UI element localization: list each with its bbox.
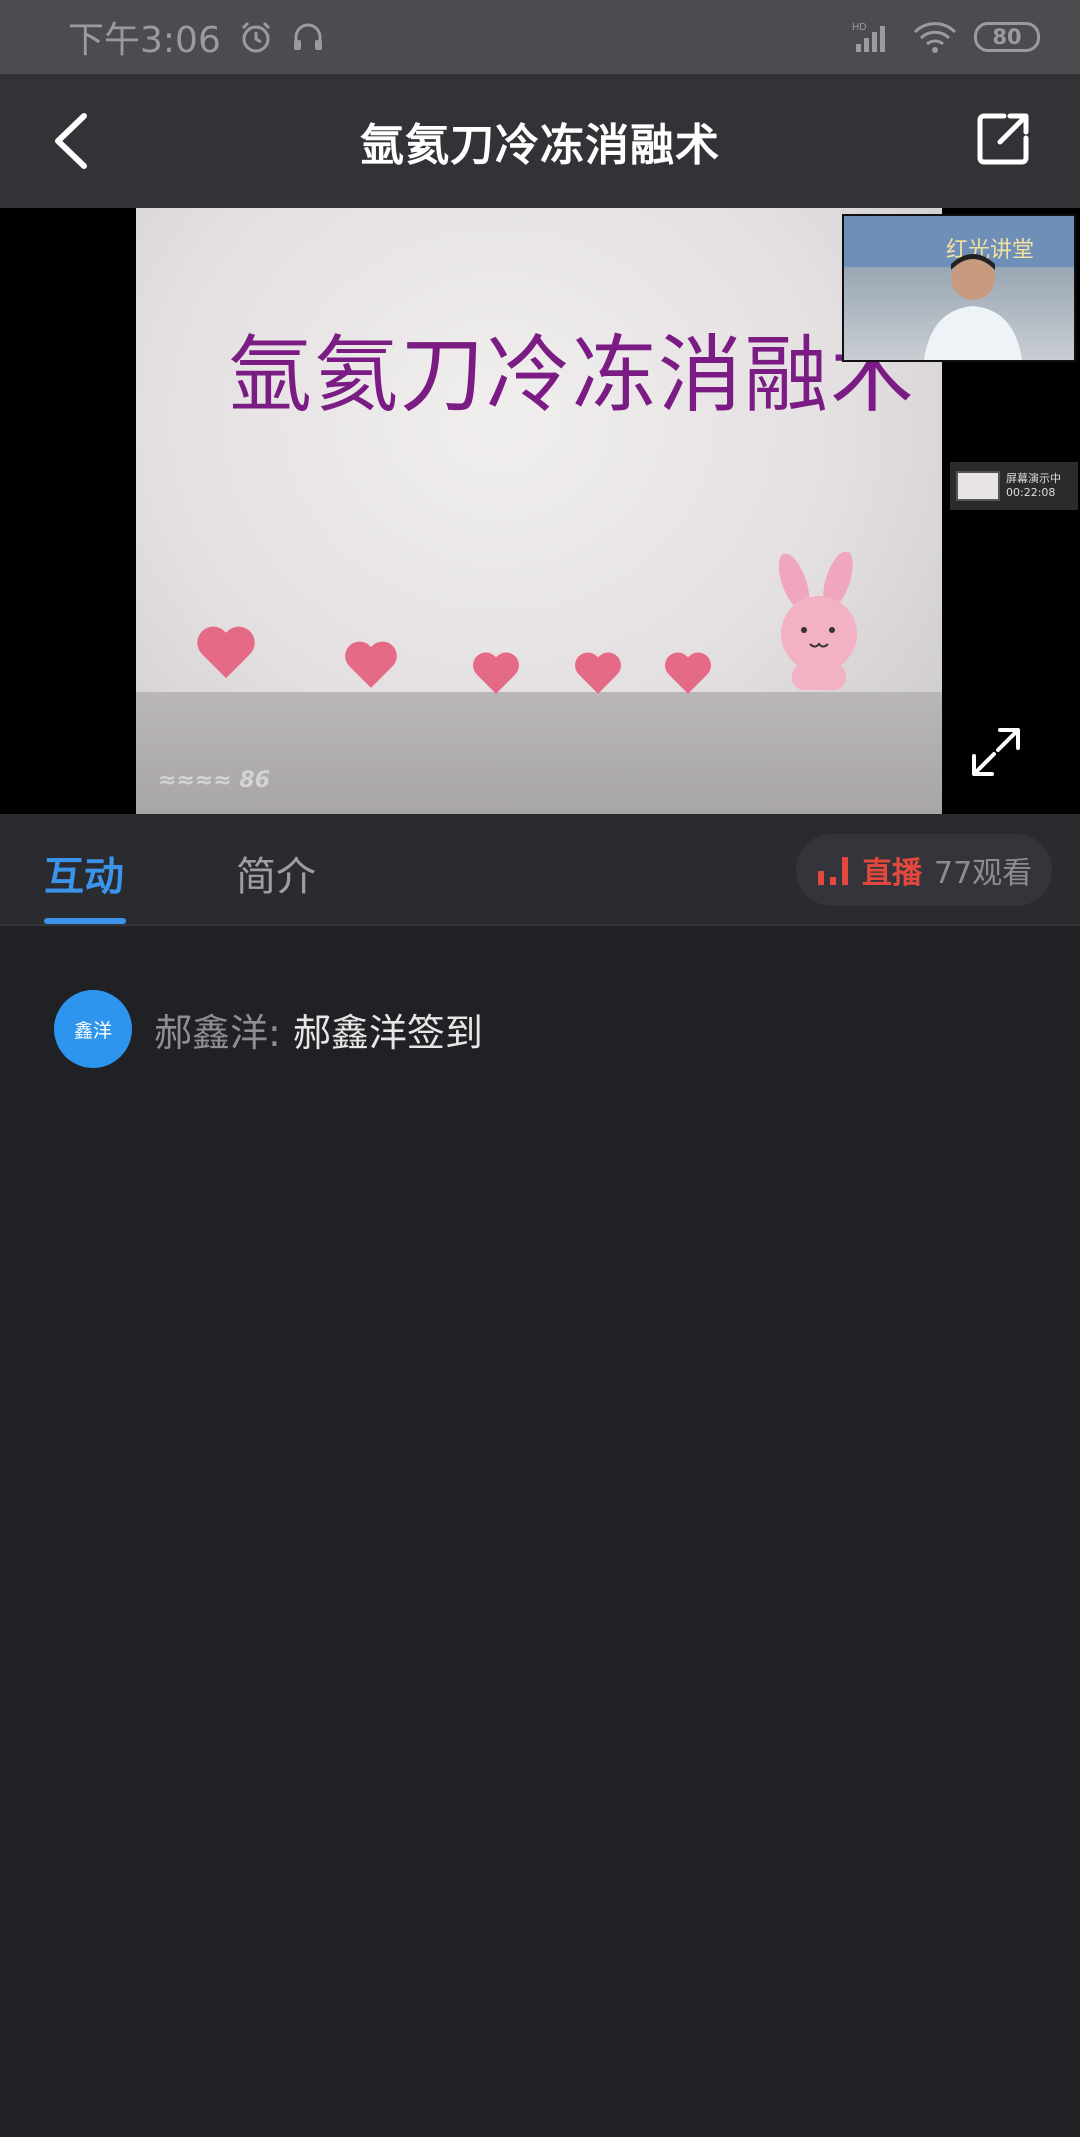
screen-share-indicator[interactable]: 屏幕演示中 00:22:08 [950,462,1078,510]
bunny-illustration [778,552,857,690]
viewer-count: 77观看 [934,856,1033,891]
bar-chart-icon [818,857,848,885]
hd-signal-icon: HD [852,22,885,52]
screen-share-label: 屏幕演示中 [1006,472,1061,485]
camera-pip[interactable]: 红光讲堂 [842,214,1076,362]
status-time: 下午3:06 [68,20,221,61]
tab-bar: 互动 简介 直播 77观看 [0,814,1080,926]
live-status-badge: 直播 77观看 [796,834,1052,906]
chevron-left-icon[interactable] [44,108,104,174]
expand-icon[interactable] [968,724,1024,780]
chat-list[interactable]: 鑫洋 郝鑫洋: 郝鑫洋签到 [0,928,1080,2137]
video-player[interactable]: 氩氦刀冷冻消融术 ≈≈≈≈ 86 红光讲堂 屏幕演示中 00:22:08 [0,208,1080,814]
live-label: 直播 [862,856,922,891]
svg-text:HD: HD [852,22,866,33]
chat-username: 郝鑫洋 [154,1010,269,1055]
heart-decoration [344,643,398,693]
slide-floor [136,692,942,814]
screen-share-thumbnail [956,471,1000,501]
page-title: 氩氦刀冷冻消融术 [360,120,720,171]
chat-separator: : [268,1010,281,1055]
nav-bar: 氩氦刀冷冻消融术 [0,74,1080,208]
tab-intro[interactable]: 简介 [236,844,316,902]
presentation-slide: 氩氦刀冷冻消融术 ≈≈≈≈ 86 [136,208,942,814]
active-tab-indicator [44,918,126,924]
chat-message-text: 郝鑫洋: 郝鑫洋签到 [154,1002,483,1057]
presenter-figure [924,254,1022,360]
tab-interact[interactable]: 互动 [44,844,124,902]
battery-level: 80 [992,25,1022,49]
heart-decoration [196,628,256,684]
heart-decoration [574,654,622,699]
screen-share-duration: 00:22:08 [1006,486,1056,499]
avatar[interactable]: 鑫洋 [54,990,132,1068]
chat-message: 鑫洋 郝鑫洋: 郝鑫洋签到 [54,990,483,1068]
alarm-icon [241,21,270,53]
headset-icon [293,23,322,50]
battery-indicator: 80 [974,22,1040,52]
heart-decoration [472,654,520,699]
slide-title: 氩氦刀冷冻消融术 [228,326,917,424]
status-bar: 下午3:06 HD 80 [0,0,1080,74]
slide-watermark: ≈≈≈≈ 86 [158,768,271,793]
wifi-icon [913,22,957,53]
heart-decoration [664,654,712,699]
chat-content: 郝鑫洋签到 [292,1010,483,1055]
share-external-icon[interactable] [976,110,1032,166]
